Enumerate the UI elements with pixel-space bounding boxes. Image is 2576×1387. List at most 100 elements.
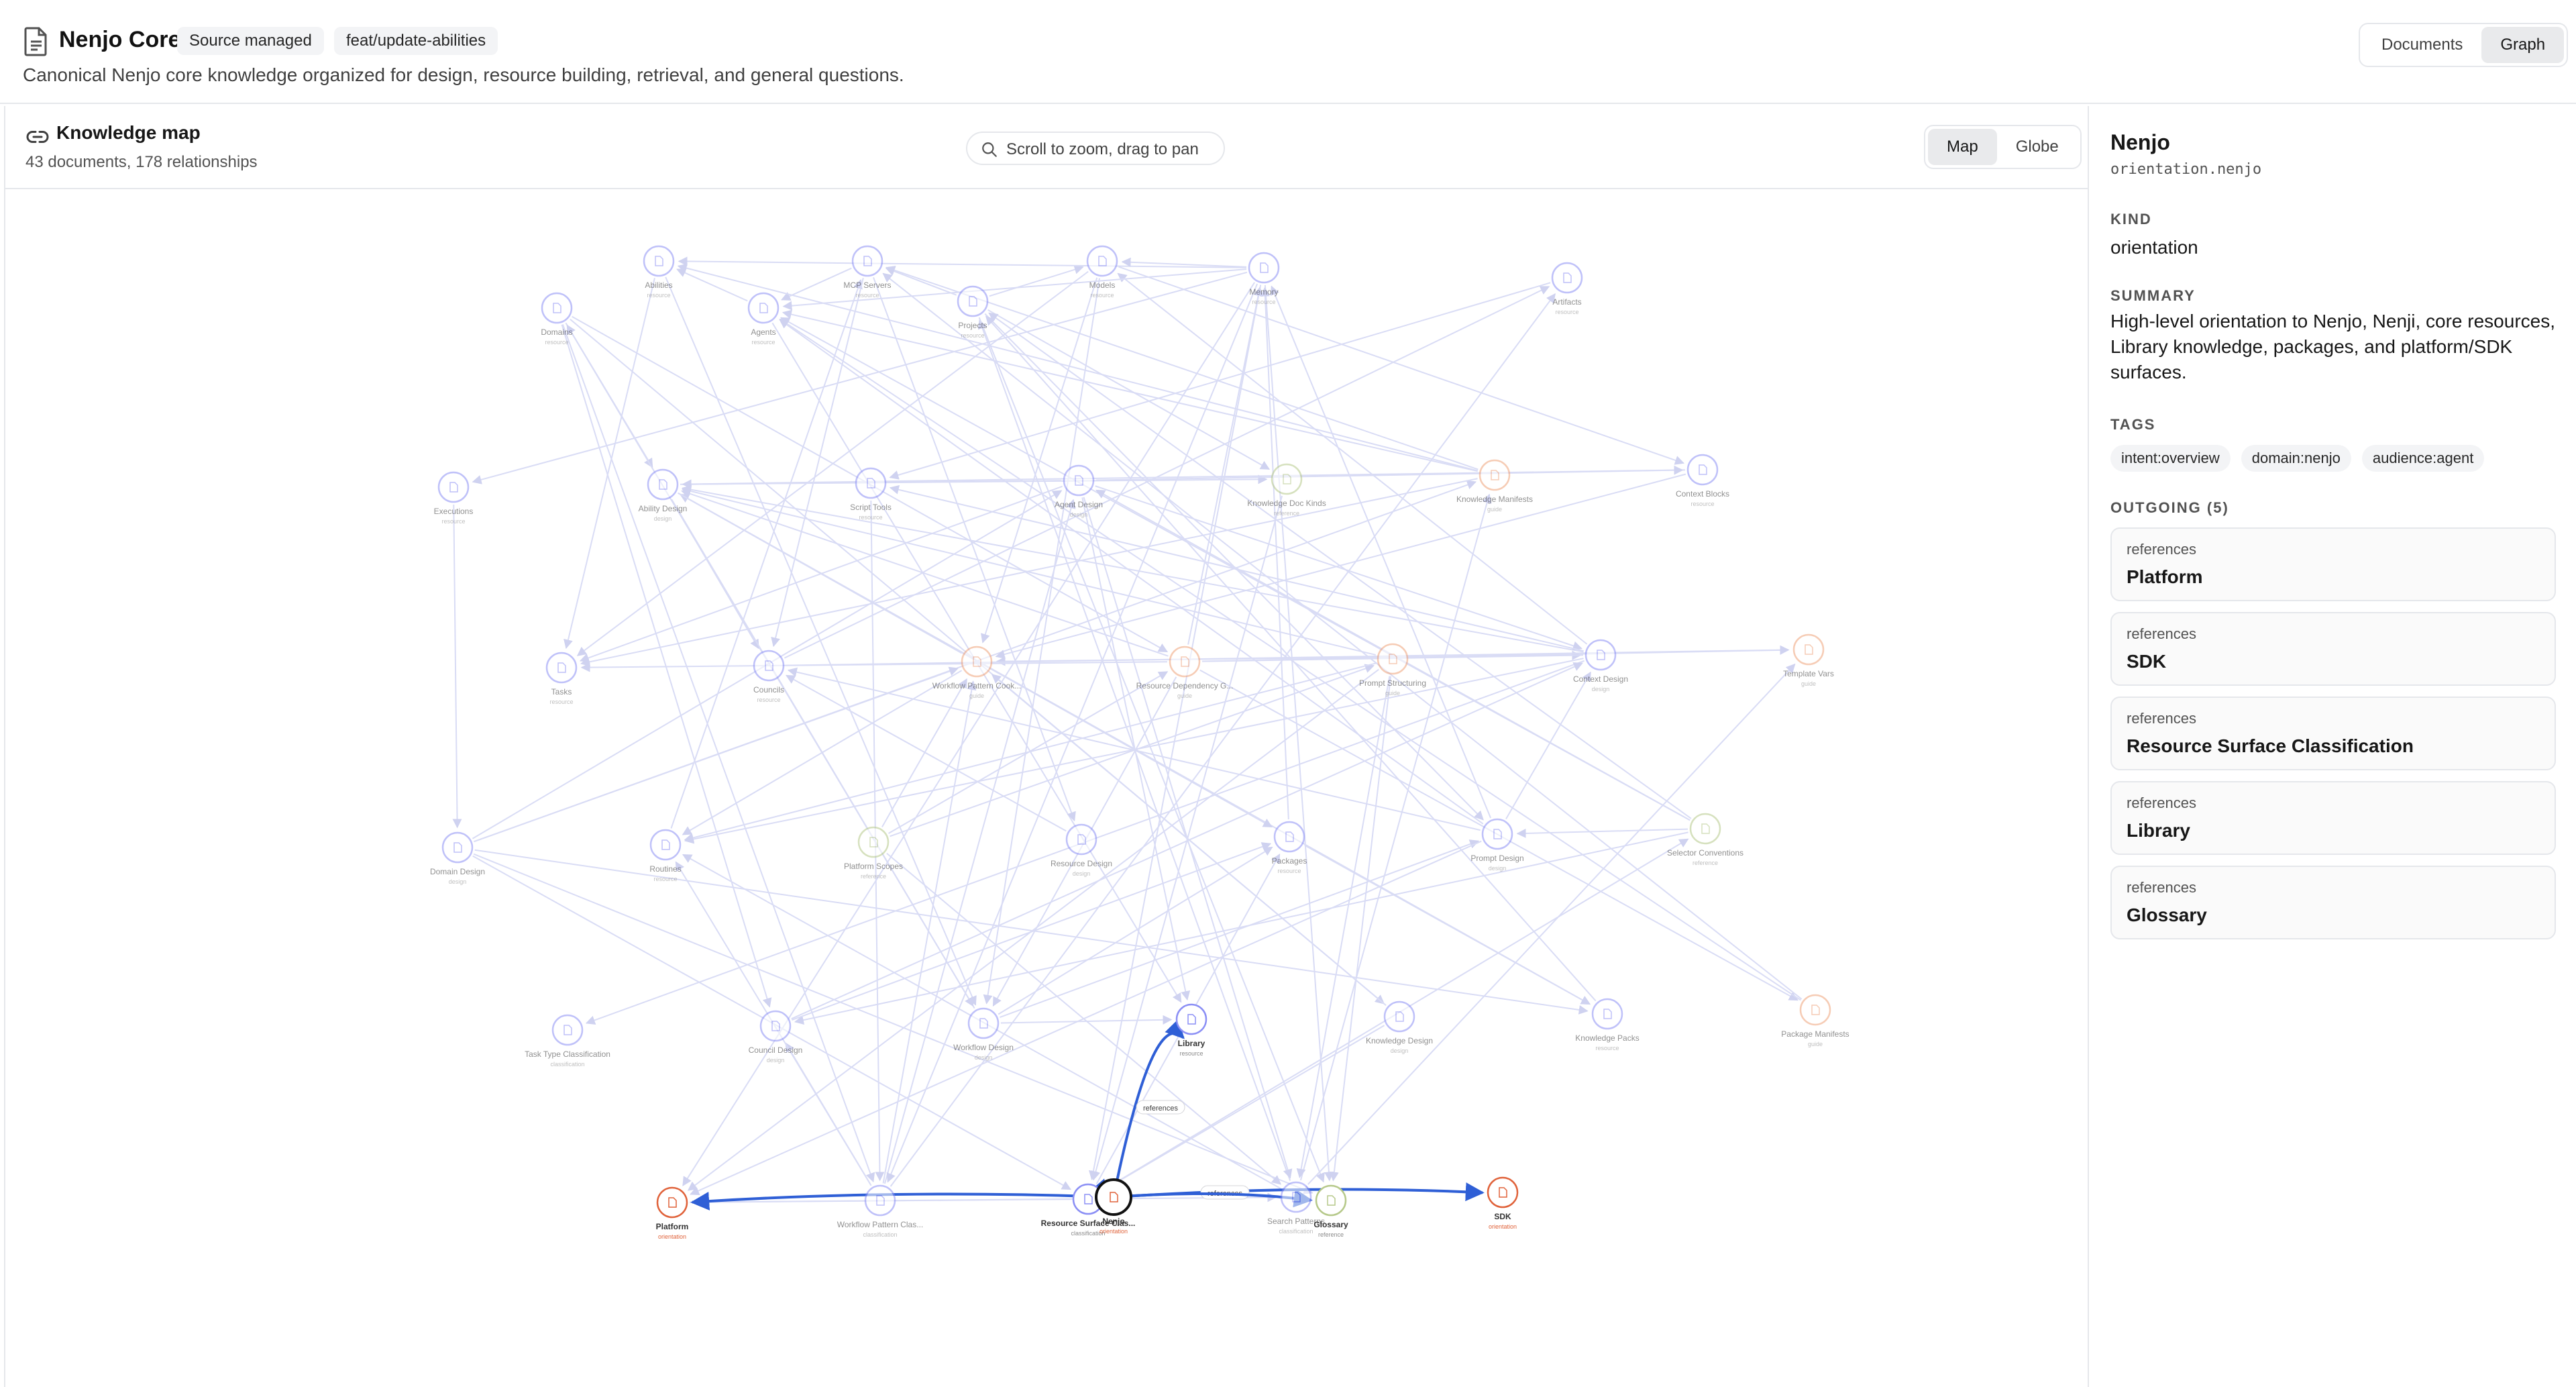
node-circle[interactable] <box>851 245 883 277</box>
node-circle[interactable] <box>1479 459 1511 491</box>
graph-node-platform[interactable]: Platform orientation <box>656 1186 689 1240</box>
node-circle[interactable] <box>649 829 682 861</box>
graph-node-template-vars[interactable]: Template Vars guide <box>1783 633 1834 687</box>
node-circle[interactable] <box>1799 994 1831 1026</box>
node-label: Packages <box>1272 856 1307 866</box>
tag-chip[interactable]: domain:nenjo <box>2241 445 2351 472</box>
graph-edge <box>882 272 1803 1000</box>
node-circle[interactable] <box>759 1010 792 1042</box>
graph-node-councils[interactable]: Councils resource <box>753 650 785 703</box>
node-circle[interactable] <box>961 646 993 678</box>
node-circle[interactable] <box>957 285 989 317</box>
node-label: Prompt Design <box>1470 854 1523 863</box>
graph-node-tasks[interactable]: Tasks resource <box>545 652 578 705</box>
graph-node-knowledge-design[interactable]: Knowledge Design design <box>1366 1000 1433 1054</box>
graph-node-selector-conventions[interactable]: Selector Conventions reference <box>1667 813 1743 866</box>
graph-node-knowledge-packs[interactable]: Knowledge Packs resource <box>1575 998 1640 1051</box>
node-circle[interactable] <box>1248 252 1280 284</box>
graph-node-prompt-structuring[interactable]: Prompt Structuring guide <box>1359 643 1426 697</box>
node-circle[interactable] <box>864 1184 896 1217</box>
node-circle[interactable] <box>1280 1181 1312 1213</box>
node-kind: resource <box>1555 309 1578 315</box>
node-circle[interactable] <box>967 1007 1000 1039</box>
node-circle[interactable] <box>1273 821 1305 853</box>
node-circle[interactable] <box>1271 463 1303 495</box>
node-circle[interactable] <box>551 1014 584 1046</box>
node-circle[interactable] <box>1086 245 1118 277</box>
node-circle[interactable] <box>1686 454 1719 486</box>
node-kind: design <box>1391 1047 1409 1054</box>
node-circle[interactable] <box>647 468 679 501</box>
node-circle[interactable] <box>1792 633 1825 666</box>
graph-node-artifacts[interactable]: Artifacts resource <box>1551 262 1583 315</box>
node-circle[interactable] <box>1169 646 1201 678</box>
tab-graph[interactable]: Graph <box>2481 27 2565 63</box>
node-circle[interactable] <box>643 245 675 277</box>
node-circle[interactable] <box>1065 823 1097 856</box>
node-circle[interactable] <box>1481 818 1513 850</box>
graph-node-routines[interactable]: Routines resource <box>649 829 682 882</box>
graph-node-resource-dependency-g[interactable]: Resource Dependency G... guide <box>1136 646 1234 699</box>
knowledge-graph-canvas[interactable]: referencesreferences AbilitiesresourceMC… <box>5 189 2089 1387</box>
graph-node-abilities[interactable]: Abilities resource <box>643 245 675 299</box>
graph-node-sdk[interactable]: SDK orientation <box>1487 1176 1519 1230</box>
graph-node-context-blocks[interactable]: Context Blocks resource <box>1676 454 1729 507</box>
node-circle[interactable] <box>747 292 780 324</box>
node-circle[interactable] <box>441 831 474 864</box>
node-circle[interactable] <box>1585 639 1617 671</box>
node-circle[interactable] <box>1689 813 1721 845</box>
graph-node-glossary[interactable]: Glossary reference <box>1313 1184 1348 1238</box>
outgoing-item-library[interactable]: references Library <box>2110 781 2556 855</box>
outgoing-item-resource-surface[interactable]: references Resource Surface Classificati… <box>2110 697 2556 770</box>
graph-node-memory[interactable]: Memory resource <box>1248 252 1280 305</box>
node-circle[interactable] <box>1063 464 1095 497</box>
graph-edge <box>665 276 977 1006</box>
node-circle[interactable] <box>437 471 470 503</box>
tag-chip[interactable]: audience:agent <box>2361 445 2485 472</box>
node-circle[interactable] <box>1175 1003 1208 1035</box>
node-kind: design <box>1073 870 1091 877</box>
node-circle[interactable] <box>1095 1178 1132 1216</box>
graph-node-package-manifests[interactable]: Package Manifests guide <box>1781 994 1849 1047</box>
node-circle[interactable] <box>1591 998 1623 1030</box>
outgoing-item-platform[interactable]: references Platform <box>2110 527 2556 601</box>
outgoing-item-glossary[interactable]: references Glossary <box>2110 866 2556 939</box>
tab-map[interactable]: Map <box>1928 129 1997 165</box>
node-label: Package Manifests <box>1781 1029 1849 1039</box>
graph-node-knowledge-doc-kinds[interactable]: Knowledge Doc Kinds reference <box>1247 463 1326 517</box>
node-kind: design <box>1070 511 1088 518</box>
node-circle[interactable] <box>1551 262 1583 294</box>
node-circle[interactable] <box>656 1186 688 1219</box>
tab-globe[interactable]: Globe <box>1997 129 2078 165</box>
graph-edge <box>681 486 1376 656</box>
node-label: Library <box>1178 1039 1205 1048</box>
graph-node-models[interactable]: Models resource <box>1086 245 1118 299</box>
node-label: Knowledge Doc Kinds <box>1247 499 1326 508</box>
graph-node-mcp-servers[interactable]: MCP Servers resource <box>843 245 892 299</box>
summary-label: SUMMARY <box>2110 287 2196 304</box>
node-circle[interactable] <box>1377 643 1409 675</box>
node-circle[interactable] <box>753 650 785 682</box>
node-circle[interactable] <box>857 826 890 858</box>
node-circle[interactable] <box>1315 1184 1347 1217</box>
relation-label: references <box>2127 710 2196 727</box>
node-circle[interactable] <box>541 292 573 324</box>
target-label: Glossary <box>2127 905 2207 925</box>
graph-node-agents[interactable]: Agents resource <box>747 292 780 346</box>
graph-edge <box>786 645 1790 666</box>
graph-node-packages[interactable]: Packages resource <box>1272 821 1307 874</box>
tag-chip[interactable]: intent:overview <box>2110 445 2231 472</box>
node-label: Platform <box>656 1222 689 1231</box>
map-stats: 43 documents, 178 relationships <box>25 153 258 171</box>
node-circle[interactable] <box>855 467 887 499</box>
tab-documents[interactable]: Documents <box>2363 27 2481 63</box>
relation-label: references <box>2127 879 2196 896</box>
graph-node-prompt-design[interactable]: Prompt Design design <box>1470 818 1524 872</box>
node-circle[interactable] <box>1383 1000 1415 1033</box>
outgoing-item-sdk[interactable]: references SDK <box>2110 612 2556 686</box>
zoom-hint-pill[interactable]: Scroll to zoom, drag to pan <box>966 132 1225 165</box>
graph-node-task-type-classification[interactable]: Task Type Classification classification <box>525 1014 610 1068</box>
graph-node-library[interactable]: Library resource <box>1175 1003 1208 1057</box>
node-circle[interactable] <box>1487 1176 1519 1209</box>
node-circle[interactable] <box>545 652 578 684</box>
